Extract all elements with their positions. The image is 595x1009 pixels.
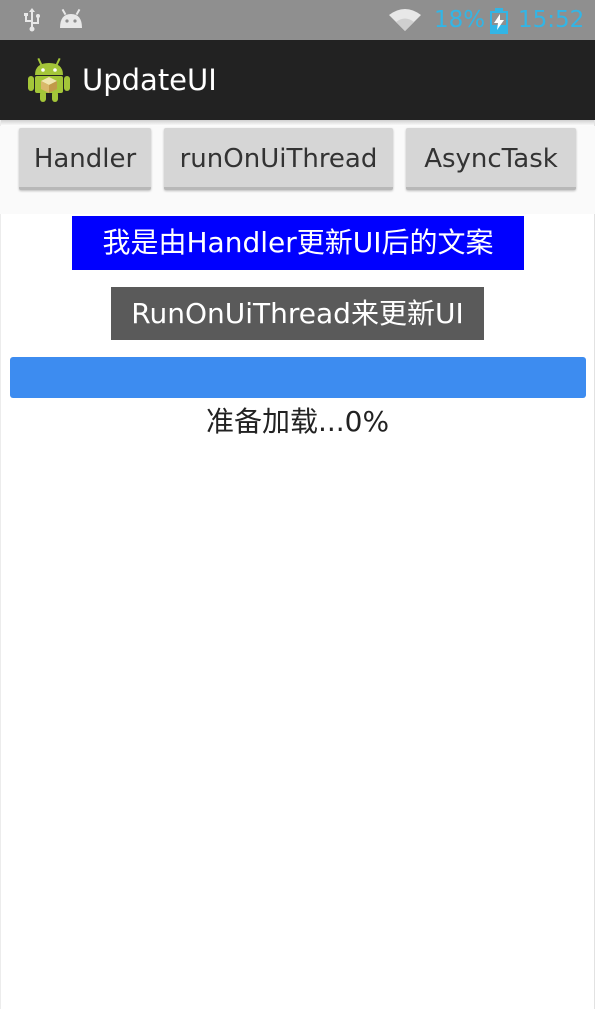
status-bar: 18% 15:52: [0, 0, 595, 40]
app-title: UpdateUI: [82, 63, 217, 97]
android-debug-icon: [60, 8, 82, 28]
progress-bar: [10, 357, 586, 398]
clock: 15:52: [518, 7, 585, 33]
runonuithread-button[interactable]: runOnUiThread: [164, 128, 393, 190]
screen: 18% 15:52 UpdateUI Handler runOnUiThread…: [0, 0, 595, 1009]
handler-button[interactable]: Handler: [19, 128, 151, 190]
handler-text-label: 我是由Handler更新UI后的文案: [72, 216, 524, 270]
runonuithread-text-label: RunOnUiThread来更新UI: [111, 287, 484, 340]
battery-charging-icon: [490, 8, 508, 34]
left-edge-divider: [0, 120, 1, 1009]
action-bar: UpdateUI: [0, 40, 595, 120]
usb-icon: [24, 8, 40, 32]
battery-percent: 18%: [434, 7, 486, 33]
progress-text: 准备加载...0%: [205, 405, 390, 438]
wifi-icon: [389, 9, 421, 31]
android-robot-icon: [28, 57, 70, 102]
button-row: Handler runOnUiThread AsyncTask: [0, 126, 595, 214]
asynctask-button[interactable]: AsyncTask: [406, 128, 576, 190]
